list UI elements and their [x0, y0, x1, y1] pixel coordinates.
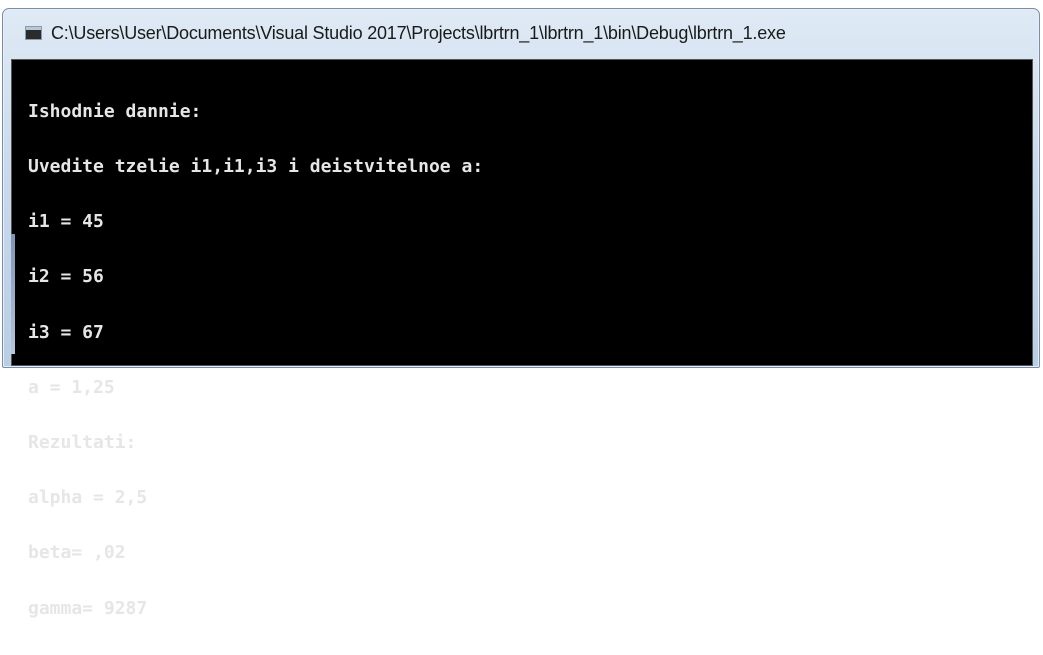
console-output-area[interactable]: Ishodnie dannie: Uvedite tzelie i1,i1,i3…	[11, 59, 1033, 618]
console-window: C:\Users\User\Documents\Visual Studio 20…	[2, 8, 1040, 618]
console-line: beta= ,02	[28, 542, 126, 564]
window-title: C:\Users\User\Documents\Visual Studio 20…	[51, 23, 786, 43]
console-line: a = 1,25	[28, 376, 115, 398]
console-text: Ishodnie dannie: Uvedite tzelie i1,i1,i3…	[28, 66, 483, 655]
console-line: i2 = 56	[28, 266, 104, 288]
title-bar[interactable]: C:\Users\User\Documents\Visual Studio 20…	[3, 9, 1039, 57]
console-line: i3 = 67	[28, 321, 104, 343]
console-line: Uvedite tzelie i1,i1,i3 i deistvitelnoe …	[28, 156, 484, 178]
console-line: alpha = 2,5	[28, 487, 148, 509]
console-line: Rezultati:	[28, 432, 137, 454]
console-app-icon[interactable]	[25, 26, 42, 40]
console-line: Ishodnie dannie:	[28, 100, 202, 122]
console-line: i1 = 45	[28, 211, 104, 233]
window-frame-edge	[11, 234, 15, 354]
console-line: gamma= 9287	[28, 597, 148, 619]
